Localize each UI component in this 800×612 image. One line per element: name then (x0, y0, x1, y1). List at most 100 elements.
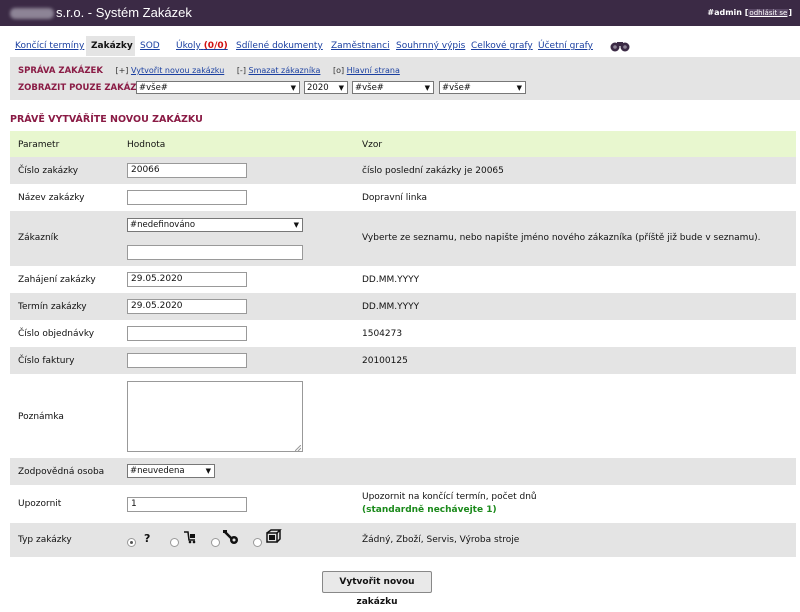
question-icon: ? (144, 532, 151, 545)
filter-select-3-value: #vše# (355, 83, 384, 93)
hint-zahajeni: DD.MM.YYYY (362, 275, 420, 285)
label-zahajeni: Zahájení zakázky (18, 275, 96, 285)
type-radio-machine[interactable] (253, 538, 262, 547)
chevron-down-icon: ▼ (424, 84, 430, 92)
hint-nazev-zakazky: Dopravní linka (362, 193, 428, 203)
table-header: Parametr Hodnota Vzor (10, 131, 796, 157)
service-icon (223, 530, 238, 544)
delete-customer-link[interactable]: Smazat zákazníka (249, 66, 321, 75)
customer-select-value: #nedefinováno (130, 220, 196, 230)
label-objednavka: Číslo objednávky (18, 329, 95, 339)
row-zakaznik: Zákazník #nedefinováno ▼ Vyberte ze sezna… (10, 211, 796, 266)
tab-sdilene-dokumenty[interactable]: Sdílené dokumenty (231, 36, 328, 56)
hint-termin: DD.MM.YYYY (362, 302, 420, 312)
chevron-down-icon: ▼ (516, 84, 522, 92)
top-bar: s.r.o. - Systém Zakázek #admin [odhlásit… (0, 0, 800, 26)
notify-days-input[interactable]: 1 (127, 497, 247, 512)
label-poznamka: Poznámka (18, 412, 64, 422)
chevron-down-icon: ▼ (290, 84, 296, 92)
filter-select-1-value: #vše# (139, 83, 168, 93)
hint-zakaznik: Vyberte ze seznamu, nebo napište jméno n… (362, 233, 761, 243)
label-cislo-zakazky: Číslo zakázky (18, 166, 79, 176)
order-name-input[interactable] (127, 190, 247, 205)
type-radio-goods[interactable] (170, 538, 179, 547)
action-create: [+] Vytvořit novou zakázku (115, 66, 224, 75)
row-objednavka: Číslo objednávky 1504273 (10, 320, 796, 347)
filter-select-year-value: 2020 (307, 83, 329, 93)
company-name-blurred (10, 8, 54, 20)
hint-cislo-zakazky: číslo poslední zakázky je 20065 (362, 166, 504, 176)
row-nazev-zakazky: Název zakázky Dopravní linka (10, 184, 796, 211)
row-cislo-zakazky: Číslo zakázky 20066 číslo poslední zakáz… (10, 157, 796, 184)
hint-typ: Žádný, Zboží, Servis, Výroba stroje (362, 535, 520, 545)
type-radio-none[interactable] (127, 538, 136, 547)
label-faktura: Číslo faktury (18, 356, 75, 366)
filter-select-3[interactable]: #vše# ▼ (352, 81, 434, 94)
action-delete-prefix: [-] (236, 66, 246, 75)
invoice-number-input[interactable] (127, 353, 247, 368)
chevron-down-icon: ▼ (293, 221, 299, 229)
machine-icon (266, 529, 282, 543)
create-order-link[interactable]: Vytvořit novou zakázku (131, 66, 224, 75)
hint-faktura: 20100125 (362, 356, 408, 366)
note-textarea[interactable] (127, 381, 303, 452)
start-date-input[interactable]: 29.05.2020 (127, 272, 247, 287)
action-home-prefix: [o] (332, 66, 345, 75)
label-upozornit: Upozornit (18, 499, 62, 509)
filter-select-1[interactable]: #vše# ▼ (136, 81, 300, 94)
app-title-text: s.r.o. - Systém Zakázek (56, 5, 192, 20)
tab-ukoly-badge: (0/0) (203, 41, 228, 51)
logout-link[interactable]: odhlásit se (748, 9, 789, 17)
filter-select-4-value: #vše# (442, 83, 471, 93)
tab-zakazky[interactable]: Zakázky (86, 36, 138, 56)
tab-ucetni-grafy[interactable]: Účetní grafy (533, 36, 598, 56)
responsible-person-select[interactable]: #neuvedena ▼ (127, 464, 215, 478)
tab-ukoly[interactable]: Úkoly (0/0) (171, 36, 233, 56)
type-radio-service[interactable] (211, 538, 220, 547)
header-hodnota: Hodnota (127, 140, 166, 150)
management-panel: SPRÁVA ZAKÁZEK [+] Vytvořit novou zakázk… (10, 57, 800, 100)
panel-title: SPRÁVA ZAKÁZEK (18, 66, 103, 76)
filter-select-4[interactable]: #vše# ▼ (439, 81, 526, 94)
row-termin: Termín zakázky 29.05.2020 DD.MM.YYYY (10, 293, 796, 320)
label-osoba: Zodpovědná osoba (18, 467, 105, 477)
username: #admin (707, 8, 742, 17)
row-zahajeni: Zahájení zakázky 29.05.2020 DD.MM.YYYY (10, 266, 796, 293)
create-order-button[interactable]: Vytvořit novou zakázku (322, 571, 432, 607)
row-osoba: Zodpovědná osoba #neuvedena ▼ (10, 458, 796, 485)
label-termin: Termín zakázky (18, 302, 87, 312)
action-delete: [-] Smazat zákazníka (237, 66, 321, 75)
row-typ: Typ zakázky ? Žádný, Zboží, Servis, Výro… (10, 523, 796, 557)
label-nazev-zakazky: Název zakázky (18, 193, 85, 203)
section-title: PRÁVĚ VYTVÁŘÍTE NOVOU ZAKÁZKU (10, 114, 203, 125)
responsible-person-value: #neuvedena (130, 466, 185, 476)
customer-new-input[interactable] (127, 245, 303, 260)
deadline-input[interactable]: 29.05.2020 (127, 299, 247, 314)
hint-objednavka: 1504273 (362, 329, 403, 339)
tab-celkove-grafy[interactable]: Celkové grafy (466, 36, 538, 56)
tab-souhrnny-vypis[interactable]: Souhrnný výpis (391, 36, 471, 56)
user-box: #admin [odhlásit se] (707, 8, 792, 17)
action-create-prefix: [+] (115, 66, 129, 75)
main-tabs: Končící termíny Zakázky SOD Úkoly (0/0) … (10, 36, 800, 57)
hint-upozornit-default: (standardně nechávejte 1) (362, 505, 497, 515)
filter-select-year[interactable]: 2020 ▼ (304, 81, 348, 94)
binoculars-icon[interactable] (607, 38, 633, 54)
tab-sod[interactable]: SOD (135, 36, 165, 56)
row-upozornit: Upozornit 1 Upozornit na končící termín,… (10, 485, 796, 523)
action-home: [o] Hlavní strana (333, 66, 400, 75)
tab-konci-terminy[interactable]: Končící termíny (10, 36, 90, 56)
app-title: s.r.o. - Systém Zakázek (10, 5, 192, 20)
tab-zamestnanci[interactable]: Zaměstnanci (326, 36, 395, 56)
header-parametr: Parametr (18, 140, 60, 150)
order-number-input[interactable]: 20066 (127, 163, 247, 178)
hint-upozornit: Upozornit na končící termín, počet dnů (362, 492, 537, 502)
customer-select[interactable]: #nedefinováno ▼ (127, 218, 303, 232)
filter-title: ZOBRAZIT POUZE ZAKÁZKY (18, 83, 150, 93)
home-link[interactable]: Hlavní strana (347, 66, 400, 75)
purchase-order-input[interactable] (127, 326, 247, 341)
chevron-down-icon: ▼ (338, 84, 344, 92)
resize-handle-icon[interactable] (295, 445, 301, 451)
row-faktura: Číslo faktury 20100125 (10, 347, 796, 374)
tab-ukoly-label: Úkoly (176, 41, 201, 51)
